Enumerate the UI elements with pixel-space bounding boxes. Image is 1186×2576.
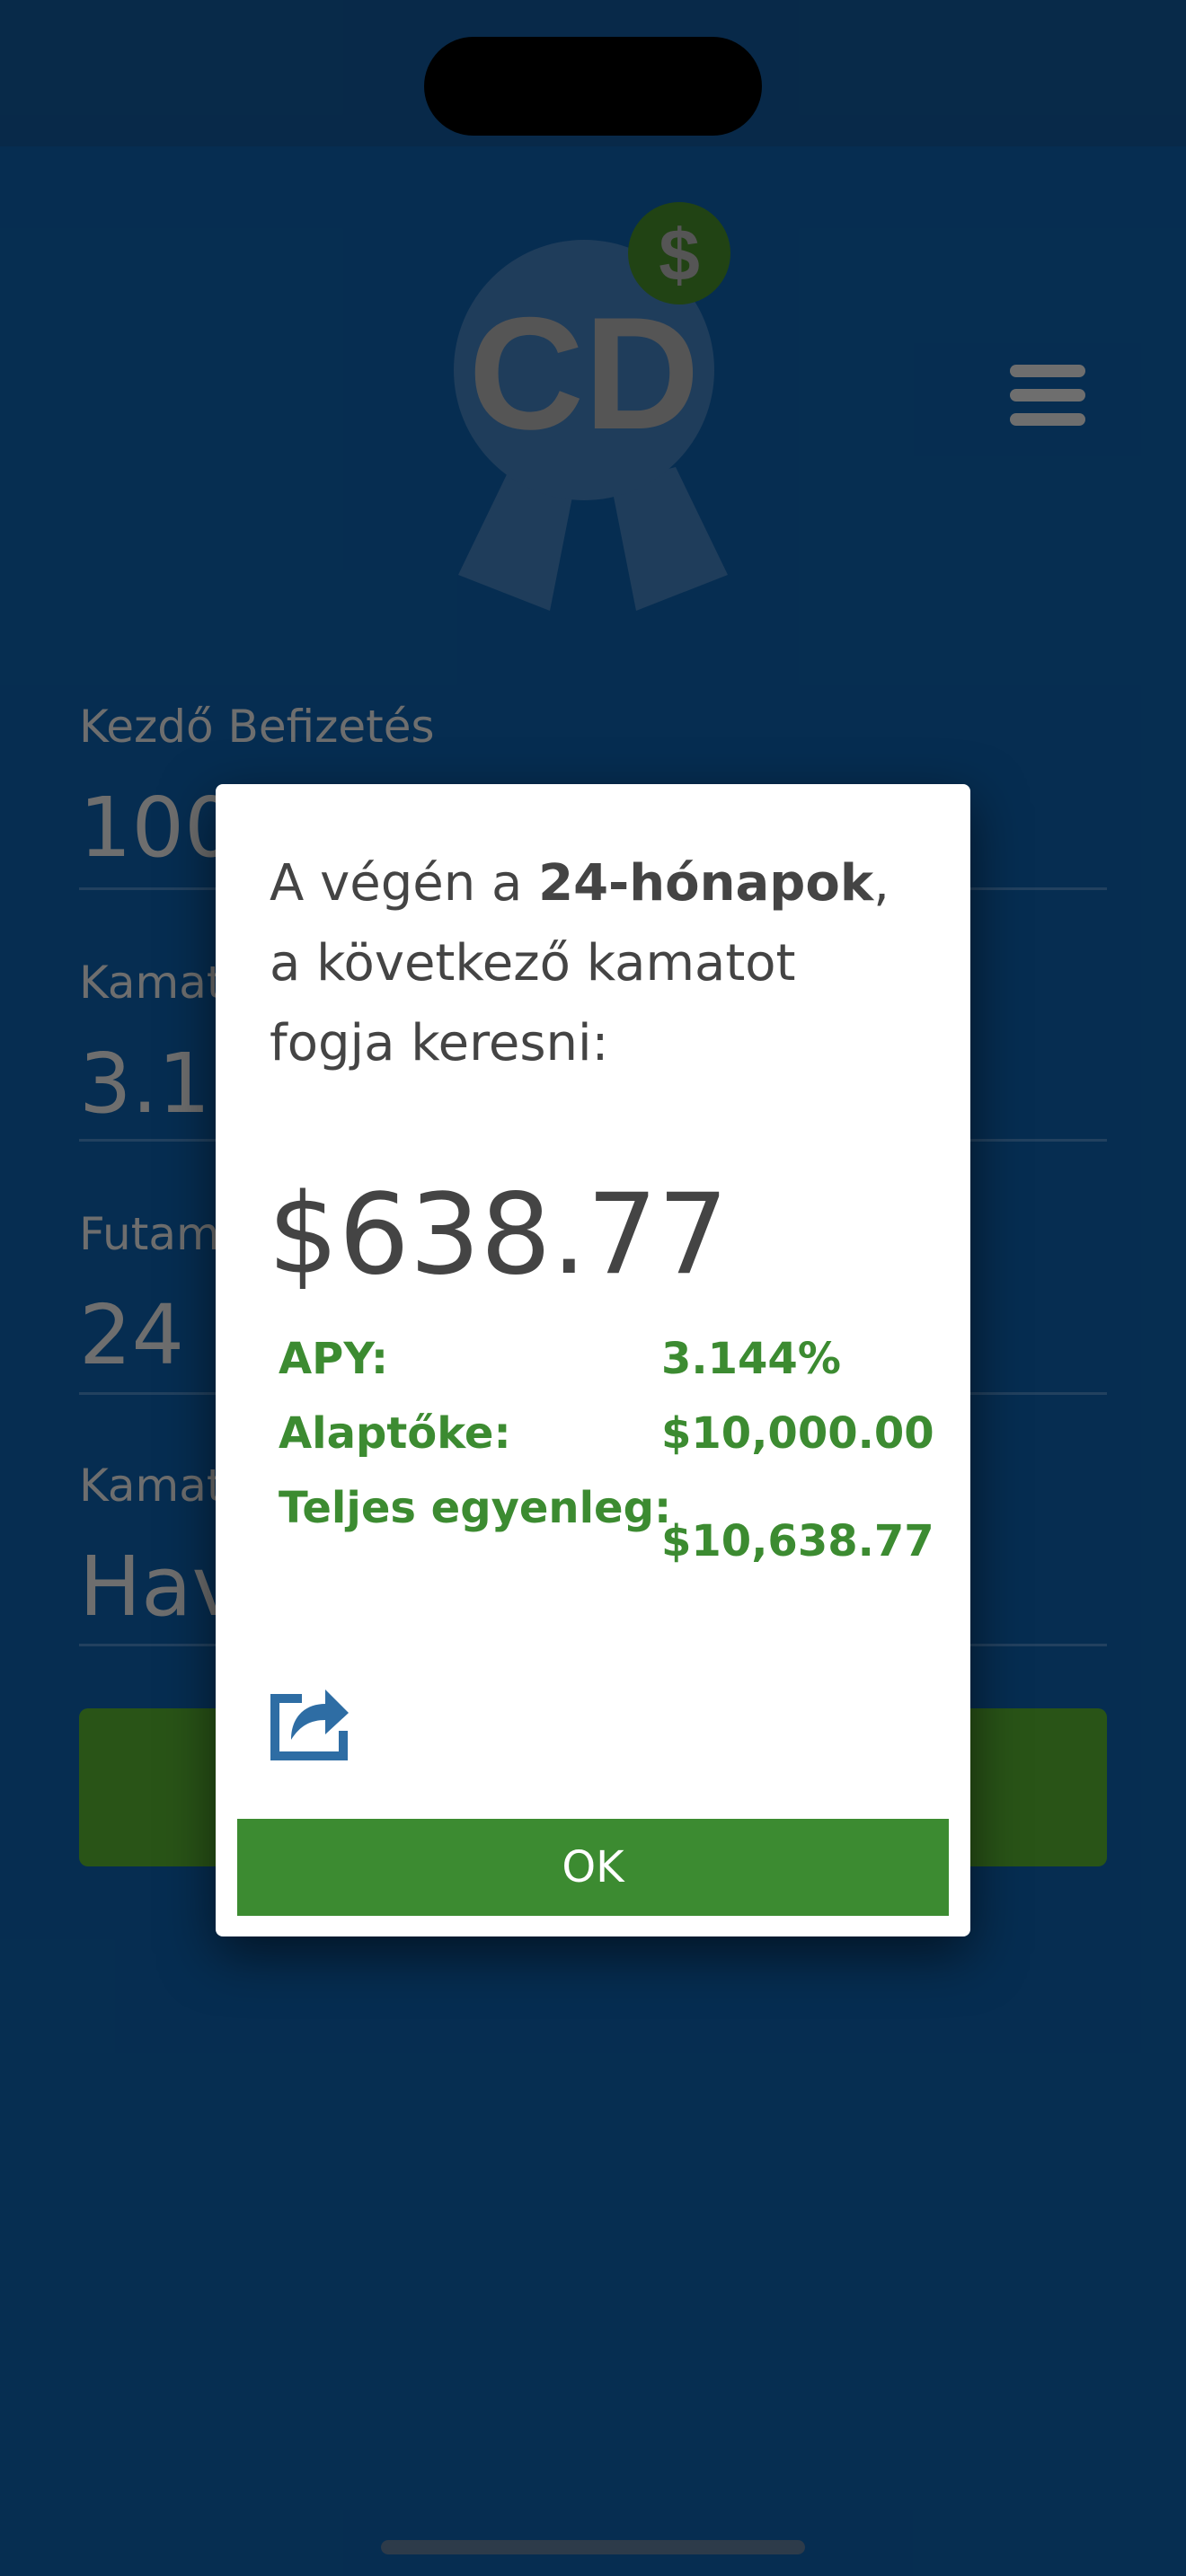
ok-button[interactable]: OK xyxy=(237,1819,949,1916)
interest-amount: $638.77 xyxy=(268,1170,729,1300)
result-dialog: A végén a 24-hónapok, a következő kamato… xyxy=(216,784,970,1936)
principal-label: Alaptőke: xyxy=(279,1408,511,1459)
home-indicator xyxy=(381,2540,805,2554)
total-balance-label: Teljes egyenleg: xyxy=(279,1483,672,1533)
principal-value: $10,000.00 xyxy=(661,1408,934,1459)
message-prefix: A végén a xyxy=(270,854,539,913)
apy-label: APY: xyxy=(279,1334,389,1384)
result-message: A végén a 24-hónapok, a következő kamato… xyxy=(270,843,934,1083)
share-icon[interactable] xyxy=(270,1681,350,1761)
apy-value: 3.144% xyxy=(661,1334,841,1384)
total-balance-value: $10,638.77 xyxy=(661,1516,934,1566)
message-term: 24-hónapok xyxy=(538,854,874,913)
